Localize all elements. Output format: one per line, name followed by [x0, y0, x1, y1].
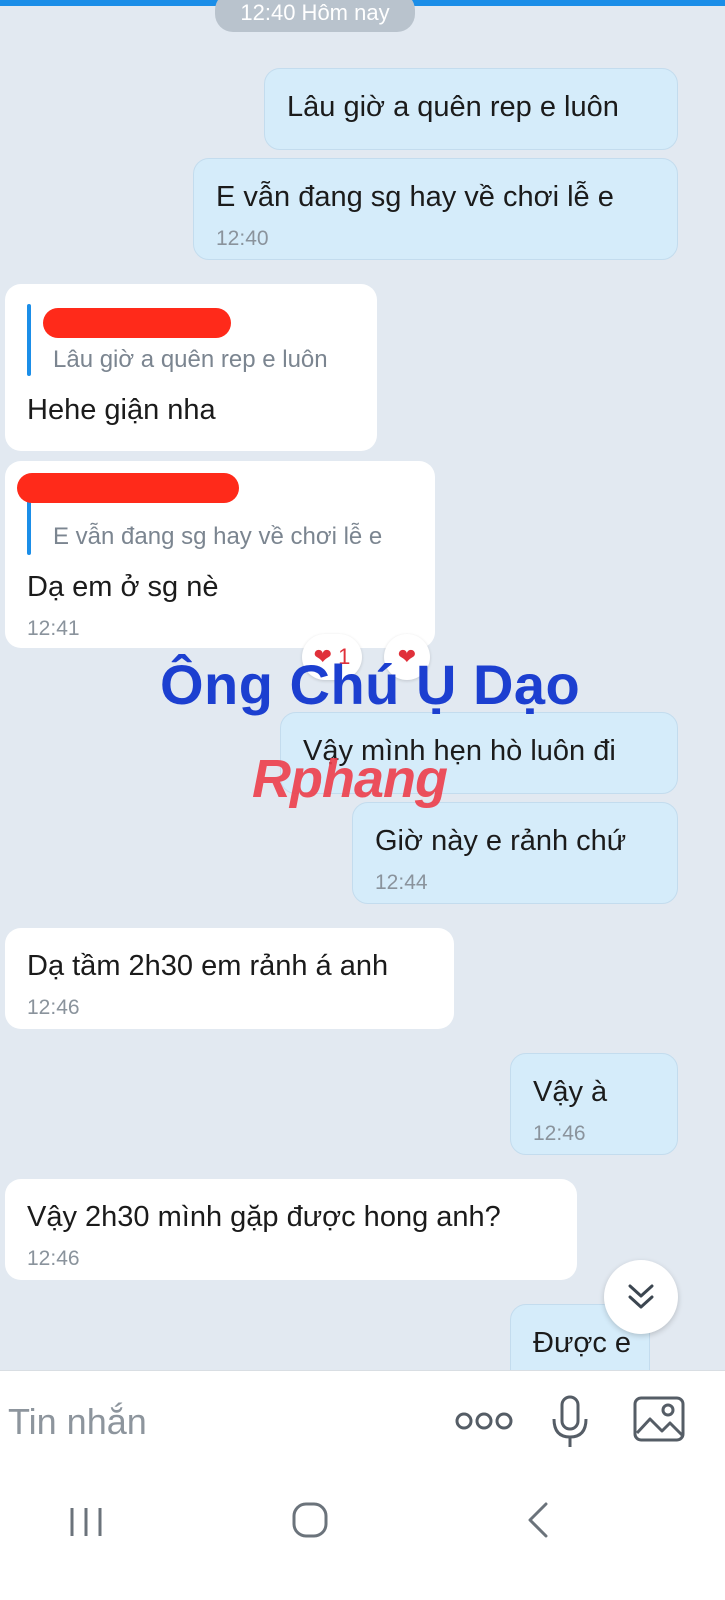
back-icon[interactable]: [520, 1500, 560, 1540]
message-composer: Tin nhắn: [0, 1370, 725, 1471]
microphone-icon[interactable]: [548, 1393, 592, 1451]
message-text: Hehe giận nha: [27, 394, 216, 426]
more-options-icon[interactable]: [454, 1407, 514, 1435]
scroll-down-icon: [628, 1284, 654, 1309]
message-text: Dạ tầm 2h30 em rảnh á anh: [27, 950, 389, 982]
image-icon[interactable]: [632, 1395, 686, 1443]
message-text: Vậy 2h30 mình gặp được hong anh?: [27, 1201, 501, 1233]
message-time: 12:46: [27, 996, 80, 1019]
message-text: Lâu giờ a quên rep e luôn: [287, 91, 619, 123]
system-navigation-bar: [0, 1470, 725, 1600]
redacted-name: [17, 473, 239, 503]
message-incoming[interactable]: Dạ tầm 2h30 em rảnh á anh 12:46: [5, 928, 454, 1029]
message-incoming[interactable]: Vậy 2h30 mình gặp được hong anh? 12:46: [5, 1179, 577, 1280]
message-time: 12:46: [533, 1122, 586, 1145]
quoted-text: Lâu giờ a quên rep e luôn: [53, 346, 328, 373]
message-outgoing[interactable]: Vậy à 12:46: [510, 1053, 678, 1155]
message-input[interactable]: Tin nhắn: [8, 1401, 147, 1443]
quoted-text: E vẫn đang sg hay về chơi lễ e: [53, 523, 383, 550]
recent-apps-icon[interactable]: [66, 1502, 106, 1542]
message-time: 12:44: [375, 871, 428, 894]
watermark-logo: Rphang: [252, 749, 448, 809]
message-incoming-reply[interactable]: E vẫn đang sg hay về chơi lễ e Dạ em ở s…: [5, 461, 435, 648]
message-time: 12:46: [27, 1247, 80, 1270]
message-incoming-reply[interactable]: Lâu giờ a quên rep e luôn Hehe giận nha: [5, 284, 377, 451]
quote-bar: [27, 304, 31, 376]
message-time: 12:40: [216, 227, 269, 250]
date-separator: 12:40 Hôm nay: [215, 0, 415, 32]
chat-area[interactable]: 12:40 Hôm nay Lâu giờ a quên rep e luôn …: [0, 0, 725, 1397]
redacted-name: [43, 308, 231, 338]
message-outgoing[interactable]: Giờ này e rảnh chứ 12:44: [352, 802, 678, 904]
message-text: E vẫn đang sg hay về chơi lễ e: [216, 181, 614, 213]
watermark-title: Ông Chú Ụ Dạo: [160, 653, 581, 716]
message-text: Dạ em ở sg nè: [27, 571, 219, 603]
scroll-down-button[interactable]: [604, 1260, 678, 1334]
message-outgoing[interactable]: Lâu giờ a quên rep e luôn: [264, 68, 678, 150]
message-time: 12:41: [27, 617, 80, 640]
home-icon[interactable]: [290, 1500, 330, 1540]
message-text: Vậy à: [533, 1076, 608, 1108]
message-outgoing[interactable]: E vẫn đang sg hay về chơi lễ e 12:40: [193, 158, 678, 260]
message-text: Giờ này e rảnh chứ: [375, 825, 627, 857]
